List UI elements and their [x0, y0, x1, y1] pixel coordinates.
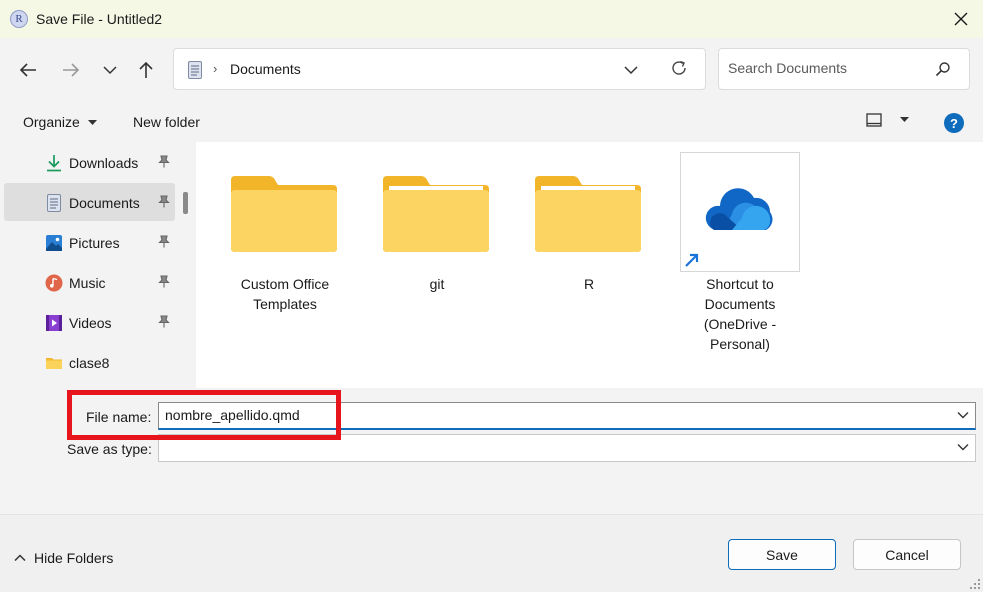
- hide-folders-label: Hide Folders: [34, 550, 114, 566]
- cancel-button[interactable]: Cancel: [853, 539, 961, 570]
- help-button[interactable]: ?: [944, 113, 964, 133]
- title-bar: R Save File - Untitled2: [0, 0, 983, 38]
- sidebar-item-downloads[interactable]: Downloads: [4, 143, 175, 181]
- back-button[interactable]: [14, 56, 42, 84]
- chevron-down-icon: [103, 66, 117, 75]
- resize-grip-icon[interactable]: [970, 579, 980, 589]
- pictures-icon: [46, 235, 62, 251]
- refresh-icon: [672, 60, 686, 75]
- chevron-down-icon: [624, 66, 638, 75]
- search-button[interactable]: [935, 61, 951, 80]
- breadcrumb-separator: ›: [213, 61, 218, 76]
- file-name: Shortcut to Documents (OneDrive - Person…: [703, 276, 777, 352]
- sidebar-scrollbar-thumb[interactable]: [183, 192, 188, 214]
- documents-icon: [188, 61, 202, 79]
- sidebar-item-label: clase8: [69, 355, 110, 371]
- sidebar-item-label: Music: [69, 275, 106, 291]
- hide-folders-toggle[interactable]: Hide Folders: [14, 550, 113, 566]
- file-list: Custom Office Templates git R Shortcut t…: [196, 142, 983, 388]
- change-view-button[interactable]: [866, 113, 909, 130]
- folder-icon: [535, 176, 641, 252]
- pin-icon[interactable]: [158, 195, 170, 208]
- pin-icon[interactable]: [158, 155, 170, 168]
- search-input[interactable]: [728, 60, 928, 76]
- recent-locations-button[interactable]: [96, 56, 124, 84]
- shortcut-arrow-icon: [682, 250, 702, 270]
- save-type-label: Save as type:: [67, 441, 152, 457]
- caret-down-icon: [87, 120, 97, 126]
- videos-icon: [46, 315, 62, 331]
- chevron-down-icon[interactable]: [957, 411, 969, 419]
- save-form: File name: Save as type:: [0, 388, 983, 514]
- save-type-select[interactable]: [158, 434, 976, 462]
- file-name: Custom Office Templates: [240, 276, 330, 312]
- file-name-input[interactable]: [165, 407, 925, 423]
- documents-icon: [47, 194, 61, 212]
- pin-icon[interactable]: [158, 235, 170, 248]
- sidebar-item-documents[interactable]: Documents: [4, 183, 175, 221]
- folder-icon: [383, 176, 489, 252]
- save-button[interactable]: Save: [728, 539, 836, 570]
- breadcrumb-documents[interactable]: Documents: [230, 61, 301, 77]
- refresh-button[interactable]: [670, 59, 688, 80]
- sidebar-item-label: Downloads: [69, 155, 139, 171]
- chevron-down-icon: [957, 444, 969, 451]
- sidebar-item-label: Documents: [69, 195, 140, 211]
- up-button[interactable]: [132, 56, 160, 84]
- download-icon: [47, 155, 61, 172]
- search-icon: [935, 62, 950, 77]
- file-name-combobox[interactable]: [158, 402, 976, 430]
- navigation-bar: › Documents: [0, 38, 983, 102]
- dialog-footer: Hide Folders Save Cancel: [0, 514, 983, 592]
- folder-icon: [46, 358, 62, 369]
- organize-menu[interactable]: Organize: [23, 114, 97, 130]
- sidebar-item-music[interactable]: Music: [4, 263, 175, 301]
- music-icon: [45, 274, 63, 292]
- folder-icon: [231, 176, 337, 252]
- sidebar-item-clase8[interactable]: clase8: [4, 343, 175, 381]
- caret-down-icon: [899, 117, 909, 122]
- new-folder-button[interactable]: New folder: [133, 114, 200, 130]
- forward-button[interactable]: [57, 56, 85, 84]
- chevron-up-icon: [14, 554, 26, 562]
- sidebar-item-videos[interactable]: Videos: [4, 303, 175, 341]
- address-bar[interactable]: › Documents: [173, 48, 706, 90]
- arrow-right-icon: [63, 63, 80, 77]
- file-name-label: File name:: [86, 409, 152, 425]
- pin-icon[interactable]: [158, 315, 170, 328]
- arrow-up-icon: [139, 61, 153, 78]
- pin-icon[interactable]: [158, 275, 170, 288]
- view-pane-icon: [866, 113, 882, 127]
- sidebar-item-pictures[interactable]: Pictures: [4, 223, 175, 261]
- arrow-left-icon: [19, 63, 36, 77]
- window-title: Save File - Untitled2: [36, 11, 163, 27]
- address-history-dropdown[interactable]: [624, 62, 638, 78]
- close-icon: [954, 12, 968, 26]
- command-bar: Organize New folder ?: [0, 102, 983, 142]
- file-name: R: [583, 276, 595, 292]
- organize-label: Organize: [23, 114, 80, 130]
- shortcut-thumbnail: [680, 152, 800, 272]
- sidebar-item-label: Videos: [69, 315, 112, 331]
- search-box[interactable]: [718, 48, 970, 90]
- file-name: git: [429, 276, 445, 292]
- close-button[interactable]: [949, 7, 973, 31]
- r-app-icon: R: [10, 10, 28, 28]
- sidebar-item-label: Pictures: [69, 235, 120, 251]
- navigation-pane: Downloads Documents Pictures Music Video…: [0, 142, 196, 388]
